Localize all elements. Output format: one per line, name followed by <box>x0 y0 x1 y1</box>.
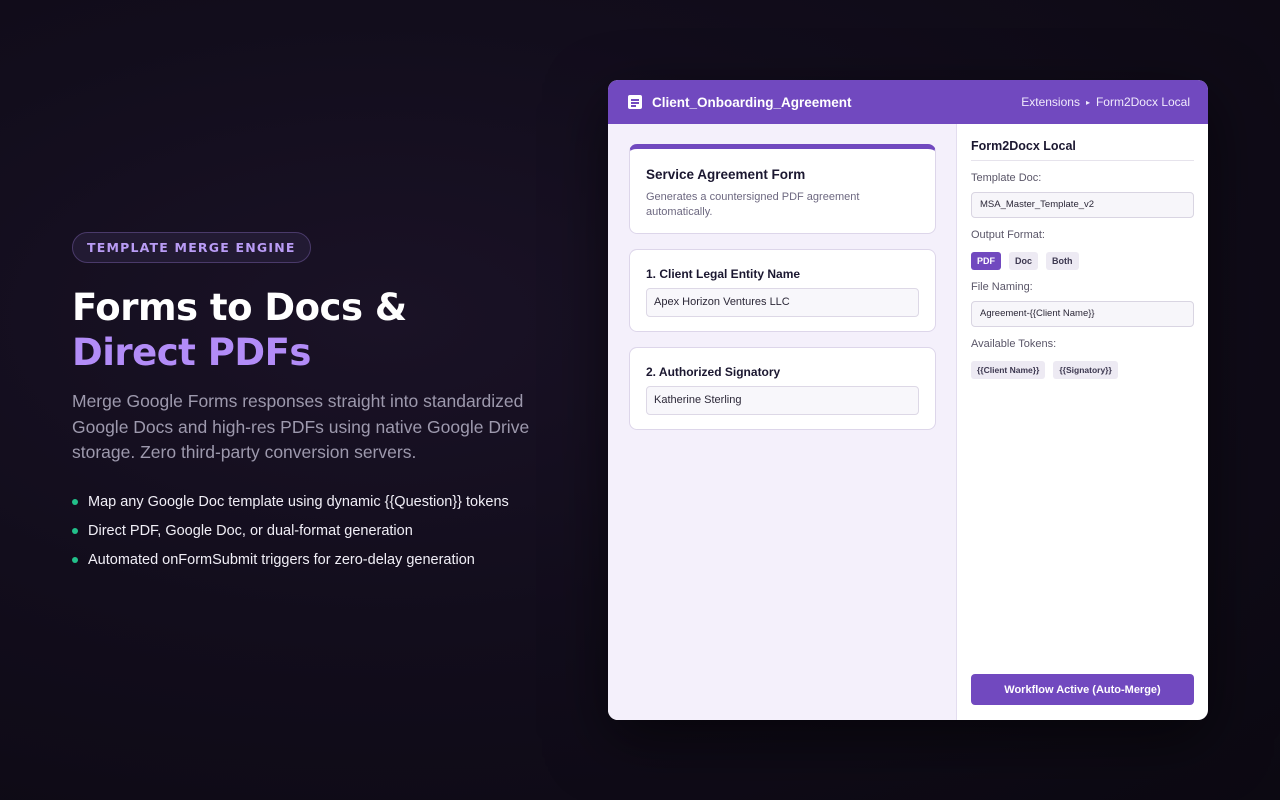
app-window: Client_Onboarding_Agreement Extensions ▸… <box>608 80 1208 720</box>
naming-label: File Naming: <box>971 281 1033 293</box>
token-chip[interactable]: {{Client Name}} <box>971 361 1046 379</box>
question-card: 2. Authorized Signatory Katherine Sterli… <box>629 347 936 430</box>
template-label: Template Doc: <box>971 172 1042 184</box>
headline-accent: Direct PDFs <box>72 331 311 374</box>
form-header-card: Service Agreement Form Generates a count… <box>629 144 936 234</box>
format-option-both[interactable]: Both <box>1046 252 1079 270</box>
breadcrumb-separator-icon: ▸ <box>1085 97 1090 107</box>
workflow-active-button[interactable]: Workflow Active (Auto-Merge) <box>971 674 1194 705</box>
feature-text: Direct PDF, Google Doc, or dual-format g… <box>88 522 413 539</box>
template-doc-input[interactable]: MSA_Master_Template_v2 <box>971 192 1194 218</box>
format-option-pdf[interactable]: PDF <box>971 252 1001 270</box>
hero-section: TEMPLATE MERGE ENGINE Forms to Docs & Di… <box>72 232 542 581</box>
signatory-field[interactable]: Katherine Sterling <box>646 386 919 415</box>
window-content: Service Agreement Form Generates a count… <box>608 124 1208 720</box>
bullet-dot-icon <box>72 498 78 505</box>
feature-item: Automated onFormSubmit triggers for zero… <box>72 552 542 569</box>
question-card: 1. Client Legal Entity Name Apex Horizon… <box>629 249 936 332</box>
addon-sidebar: Form2Docx Local Template Doc: MSA_Master… <box>957 124 1208 720</box>
headline-text: Forms to Docs & <box>72 286 407 329</box>
hero-badge: TEMPLATE MERGE ENGINE <box>72 232 311 263</box>
question-label: 1. Client Legal Entity Name <box>646 267 801 281</box>
breadcrumb-extensions[interactable]: Extensions <box>1021 95 1080 109</box>
format-option-doc[interactable]: Doc <box>1009 252 1039 270</box>
hero-headline: Forms to Docs & Direct PDFs <box>72 285 542 375</box>
feature-text: Automated onFormSubmit triggers for zero… <box>88 551 475 568</box>
bullet-dot-icon <box>72 527 78 534</box>
form-description: Generates a countersigned PDF agreement … <box>646 191 860 218</box>
file-naming-input[interactable]: Agreement-{{Client Name}} <box>971 301 1194 327</box>
token-chip[interactable]: {{Signatory}} <box>1053 361 1118 379</box>
document-icon <box>628 95 642 109</box>
feature-item: Map any Google Doc template using dynami… <box>72 494 542 511</box>
form-pane: Service Agreement Form Generates a count… <box>608 124 957 720</box>
tokens-label: Available Tokens: <box>971 338 1057 350</box>
window-titlebar: Client_Onboarding_Agreement Extensions ▸… <box>608 80 1208 124</box>
format-selector: PDF Doc Both <box>971 252 1194 270</box>
breadcrumb: Extensions ▸ Form2Docx Local <box>1021 95 1190 109</box>
breadcrumb-addon[interactable]: Form2Docx Local <box>1096 95 1190 109</box>
feature-item: Direct PDF, Google Doc, or dual-format g… <box>72 523 542 540</box>
bullet-dot-icon <box>72 556 78 563</box>
sidebar-title: Form2Docx Local <box>971 139 1194 161</box>
question-label: 2. Authorized Signatory <box>646 365 781 379</box>
feature-text: Map any Google Doc template using dynami… <box>88 493 509 510</box>
document-title: Client_Onboarding_Agreement <box>652 94 852 110</box>
feature-list: Map any Google Doc template using dynami… <box>72 494 542 569</box>
client-name-field[interactable]: Apex Horizon Ventures LLC <box>646 288 919 317</box>
hero-lead: Merge Google Forms responses straight in… <box>72 391 530 462</box>
form-title: Service Agreement Form <box>646 167 806 182</box>
format-label: Output Format: <box>971 229 1045 241</box>
token-list: {{Client Name}} {{Signatory}} <box>971 361 1194 379</box>
